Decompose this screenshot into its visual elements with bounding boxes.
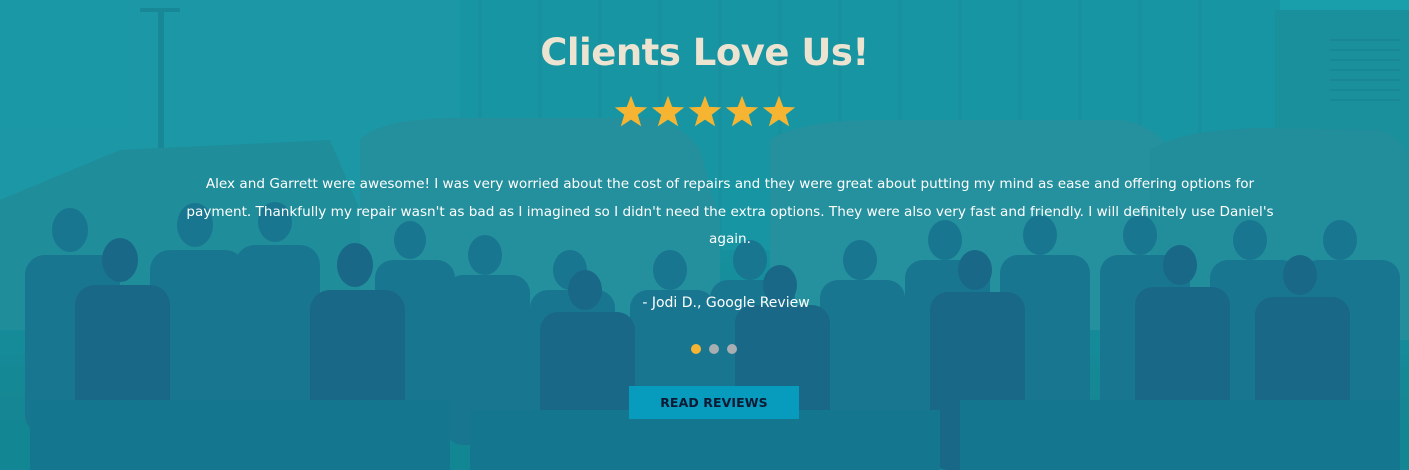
reviews-section: Clients Love Us! Alex and Garrett were a… [0,0,1409,470]
star-icon [614,95,647,127]
carousel-dot-3[interactable] [726,344,737,354]
review-author: - Jodi D., Google Review [642,295,810,311]
section-title: Clients Love Us! [540,31,869,74]
star-icon [651,95,684,127]
rating-stars [0,94,1409,134]
read-reviews-button[interactable]: READ REVIEWS [629,386,799,419]
star-icon [725,95,758,127]
carousel-dots [0,344,1409,354]
reviews-content: Clients Love Us! Alex and Garrett were a… [0,0,1409,470]
carousel-dot-2[interactable] [708,344,719,354]
carousel-dot-1[interactable] [690,344,701,354]
star-icon [688,95,721,127]
star-icon [762,95,795,127]
review-text: Alex and Garrett were awesome! I was ver… [186,176,1274,247]
